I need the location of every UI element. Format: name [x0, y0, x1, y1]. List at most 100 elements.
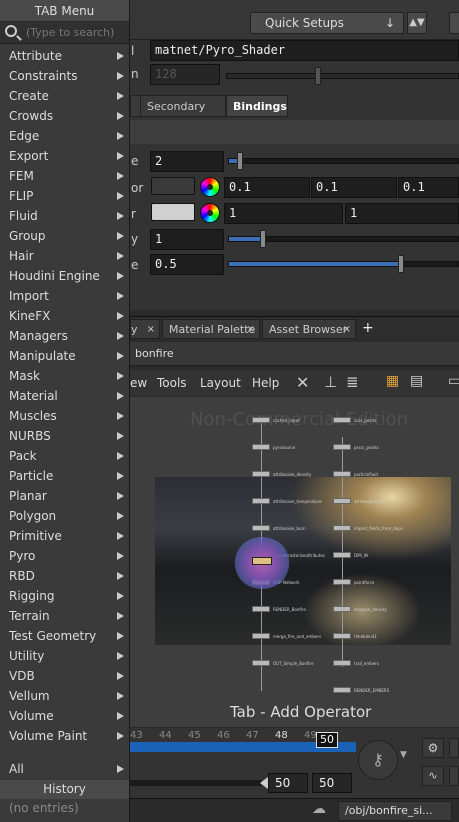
key-icon[interactable]: ⚷ [358, 740, 398, 780]
side-button-2[interactable] [449, 766, 459, 786]
network-node[interactable] [333, 660, 351, 666]
network-node[interactable] [252, 525, 270, 531]
param-slider-4[interactable] [228, 230, 459, 248]
side-button-1[interactable] [449, 738, 459, 758]
tab-menu-item-mask[interactable]: Mask [0, 366, 129, 386]
quick-setups-dropdown[interactable]: Quick Setups ↓ [250, 12, 404, 34]
tab-menu-item-particle[interactable]: Particle [0, 466, 129, 486]
network-node[interactable] [333, 471, 351, 477]
pane-tab-asset-browser[interactable]: Asset Browser × [262, 319, 356, 339]
param-field-5[interactable]: 0.5 [150, 254, 224, 275]
tab-menu-item-volume[interactable]: Volume [0, 706, 129, 726]
slider-knob[interactable] [397, 255, 404, 273]
tab-menu-search[interactable]: (Type to search) [0, 22, 129, 44]
network-node[interactable] [252, 498, 270, 504]
range-slider[interactable] [130, 780, 262, 786]
param-field-1[interactable]: 2 [150, 151, 224, 172]
tab-menu-item-vdb[interactable]: VDB [0, 666, 129, 686]
color-swatch-dark[interactable] [151, 177, 195, 195]
range-handle-icon[interactable] [260, 777, 268, 789]
network-node[interactable] [252, 444, 270, 450]
toolbar-button-right[interactable] [449, 12, 459, 34]
tab-menu-item-group[interactable]: Group [0, 226, 129, 246]
align-icon[interactable]: ⊥ [324, 373, 337, 391]
pane-tab-1[interactable]: y × [130, 319, 160, 339]
tab-menu-item-volume-paint[interactable]: Volume Paint [0, 726, 129, 746]
color-wheel-icon[interactable] [200, 203, 220, 223]
tab-menu-item-planar[interactable]: Planar [0, 486, 129, 506]
pane-tab-material-palette[interactable]: Material Palette × [162, 319, 260, 339]
shop-path-field[interactable]: matnet/Pyro_Shader [150, 40, 459, 61]
network-node[interactable] [252, 471, 270, 477]
tab-menu-item-all[interactable]: All [0, 759, 129, 779]
tab-menu-item-attribute[interactable]: Attribute [0, 46, 129, 66]
tab-menu-item-manipulate[interactable]: Manipulate [0, 346, 129, 366]
tab-menu-item-fem[interactable]: FEM [0, 166, 129, 186]
current-frame-marker[interactable]: 50 [316, 732, 338, 748]
tab-menu-item-edge[interactable]: Edge [0, 126, 129, 146]
cloud-icon[interactable]: ☁ [312, 801, 326, 817]
param-slider-5[interactable] [228, 255, 459, 273]
network-node[interactable] [333, 552, 351, 558]
network-node[interactable] [333, 687, 351, 693]
tab-menu-item-houdini-engine[interactable]: Houdini Engine [0, 266, 129, 286]
key-dropdown-icon[interactable]: ▼ [400, 750, 407, 760]
param-field-4[interactable]: 1 [150, 229, 224, 250]
network-node[interactable] [252, 606, 270, 612]
tab-menu-item-muscles[interactable]: Muscles [0, 406, 129, 426]
graph-icon[interactable]: ∿ [422, 766, 444, 786]
tab-bindings[interactable]: Bindings [226, 95, 288, 117]
tab-menu-item-pack[interactable]: Pack [0, 446, 129, 466]
network-node[interactable] [333, 498, 351, 504]
playback-settings-icon[interactable]: ⚙ [422, 738, 444, 758]
menu-view[interactable]: ew [130, 376, 147, 390]
network-node[interactable] [333, 417, 351, 423]
tab-menu-item-rigging[interactable]: Rigging [0, 586, 129, 606]
param-slider-1[interactable] [228, 152, 459, 170]
network-node[interactable] [333, 633, 351, 639]
tab-menu-item-export[interactable]: Export [0, 146, 129, 166]
tools-icon[interactable]: ✕ [296, 373, 309, 392]
tab-menu-item-vellum[interactable]: Vellum [0, 686, 129, 706]
tab-secondary-fire[interactable]: Secondary Fire [140, 95, 226, 134]
tab-menu-item-pyro[interactable]: Pyro [0, 546, 129, 566]
network-node[interactable] [333, 525, 351, 531]
network-node[interactable] [252, 633, 270, 639]
color-field-b[interactable]: 0.1 [398, 177, 459, 198]
color-wheel-icon[interactable] [200, 177, 220, 197]
tab-menu-item-hair[interactable]: Hair [0, 246, 129, 266]
dop-network-node[interactable] [252, 557, 272, 565]
tab-menu-item-flip[interactable]: FLIP [0, 186, 129, 206]
slider-knob[interactable] [237, 152, 244, 170]
network-node[interactable] [333, 606, 351, 612]
tab-menu-item-nurbs[interactable]: NURBS [0, 426, 129, 446]
color-swatch-light[interactable] [151, 203, 195, 221]
menu-tools[interactable]: Tools [157, 376, 187, 390]
close-icon[interactable]: × [343, 320, 351, 339]
tab-menu-item-fluid[interactable]: Fluid [0, 206, 129, 226]
status-path[interactable]: /obj/bonfire_si... [338, 801, 452, 821]
tab-menu-item-rbd[interactable]: RBD [0, 566, 129, 586]
tab-menu-item-create[interactable]: Create [0, 86, 129, 106]
close-icon[interactable]: × [147, 320, 155, 339]
updown-icon[interactable]: ▲▼ [407, 12, 427, 34]
network-node[interactable] [333, 579, 351, 585]
grid-color-icon[interactable]: ▦ [386, 373, 399, 389]
range-global-end-field[interactable]: 50 [312, 773, 352, 793]
tab-menu-item-constraints[interactable]: Constraints [0, 66, 129, 86]
list-icon[interactable]: ≣ [346, 373, 359, 391]
color-field-g[interactable]: 0.1 [311, 177, 397, 198]
tab-menu-item-primitive[interactable]: Primitive [0, 526, 129, 546]
vector-field-1[interactable]: 1 [224, 203, 343, 224]
network-node[interactable] [333, 444, 351, 450]
tab-menu-item-terrain[interactable]: Terrain [0, 606, 129, 626]
network-node[interactable] [252, 417, 270, 423]
tab-menu-item-utility[interactable]: Utility [0, 646, 129, 666]
tab-menu-item-kinefx[interactable]: KineFX [0, 306, 129, 326]
tab-menu-item-polygon[interactable]: Polygon [0, 506, 129, 526]
tab-menu-item-material[interactable]: Material [0, 386, 129, 406]
grid-icon[interactable]: ▤ [410, 373, 423, 389]
menu-help[interactable]: Help [252, 376, 279, 390]
tab-menu-item-import[interactable]: Import [0, 286, 129, 306]
tab-menu-item-test-geometry[interactable]: Test Geometry [0, 626, 129, 646]
